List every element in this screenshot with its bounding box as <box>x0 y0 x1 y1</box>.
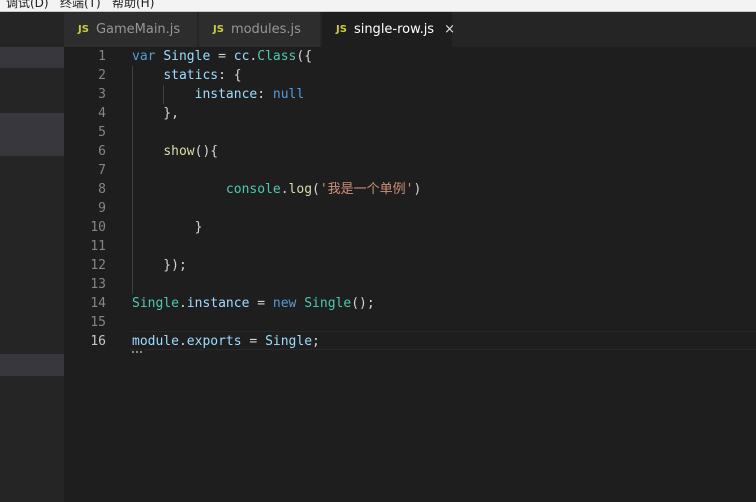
line-number: 15 <box>90 315 106 330</box>
code-token: Single <box>163 49 211 64</box>
sidebar-item[interactable] <box>0 47 64 68</box>
code-token: (){ <box>194 144 219 159</box>
tab-label: GameMain.js <box>95 22 181 37</box>
code-token: } <box>132 220 203 235</box>
line-number: 14 <box>90 296 106 311</box>
code-line: Single.instance = new Single(); <box>132 294 375 313</box>
tab-label: single-row.js <box>353 22 435 37</box>
menu-terminal[interactable]: 终端(T) <box>60 0 101 11</box>
code-token: statics <box>163 68 219 83</box>
code-token: ( <box>312 182 320 197</box>
js-file-icon: JS <box>213 24 224 35</box>
line-number: 1 <box>98 49 106 64</box>
tab-modules[interactable]: JS modules.js <box>199 12 321 47</box>
code-token: : <box>257 87 273 102</box>
tab-label: modules.js <box>230 22 301 37</box>
code-token: Single <box>132 296 179 311</box>
line-number: 3 <box>98 87 106 102</box>
tab-gamemain[interactable]: JS GameMain.js <box>64 12 198 47</box>
line-number: 10 <box>90 220 106 235</box>
code-line: }); <box>132 256 187 275</box>
code-line-current: module.exports = Single; <box>132 332 320 351</box>
code-token: '我是一个单例' <box>319 182 414 197</box>
code-token: console <box>225 182 281 197</box>
code-token: . <box>178 334 187 349</box>
sidebar-item[interactable] <box>0 354 64 376</box>
line-number: 13 <box>90 277 106 292</box>
code-token: null <box>272 87 305 102</box>
sidebar-item[interactable] <box>0 113 64 156</box>
menu-debug[interactable]: 调试(D) <box>6 0 49 11</box>
line-number: 9 <box>98 201 106 216</box>
code-token: instance <box>186 296 250 311</box>
code-token: instance <box>194 87 258 102</box>
code-line: }, <box>132 104 179 123</box>
code-token: Single <box>304 296 352 311</box>
code-token: var <box>132 49 156 64</box>
line-number: 4 <box>98 106 106 121</box>
code-token: = <box>210 49 234 64</box>
line-number: 12 <box>90 258 106 273</box>
code-token: log <box>288 182 313 197</box>
code-line: console.log('我是一个单例') <box>132 180 421 199</box>
menu-bar: 调试(D) 终端(T) 帮助(H) <box>0 0 756 12</box>
code-token: }, <box>132 106 179 121</box>
sidebar <box>0 12 64 502</box>
code-token: exports <box>186 334 242 349</box>
code-line: statics: { <box>132 66 242 85</box>
line-number-current: 16 <box>90 334 106 349</box>
hint-dots-icon <box>132 349 142 353</box>
code-token: Class <box>257 49 297 64</box>
line-number: 11 <box>90 239 106 254</box>
tab-bar: JS GameMain.js JS modules.js JS single-r… <box>64 12 756 47</box>
line-number: 6 <box>98 144 106 159</box>
js-file-icon: JS <box>78 24 89 35</box>
code-line: var Single = cc.Class({ <box>132 47 312 66</box>
code-token: . <box>178 296 187 311</box>
code-line: instance: null <box>132 85 305 104</box>
close-icon[interactable]: × <box>444 22 455 37</box>
code-token: = <box>249 296 273 311</box>
code-token: : { <box>218 68 242 83</box>
code-token: ; <box>312 334 320 349</box>
code-token: module <box>132 334 179 349</box>
code-token: . <box>280 182 289 197</box>
code-token: Single <box>265 334 313 349</box>
code-token: (); <box>351 296 375 311</box>
code-token: = <box>241 334 266 349</box>
code-token: cc <box>233 49 250 64</box>
line-number: 5 <box>98 125 106 140</box>
code-token: new <box>272 296 297 311</box>
code-token: ) <box>413 182 422 197</box>
menu-help[interactable]: 帮助(H) <box>112 0 154 11</box>
line-number: 7 <box>98 163 106 178</box>
tab-single-row[interactable]: JS single-row.js × <box>322 12 455 47</box>
code-token: ({ <box>296 49 313 64</box>
code-editor[interactable]: 1 2 3 4 5 6 7 8 9 10 11 12 13 14 15 16 v… <box>64 47 756 502</box>
code-line: } <box>132 218 203 237</box>
line-number: 8 <box>98 182 106 197</box>
code-line: show(){ <box>132 142 218 161</box>
line-number: 2 <box>98 68 106 83</box>
code-token: show <box>163 144 195 159</box>
code-token: }); <box>132 258 187 273</box>
js-file-icon: JS <box>336 24 347 35</box>
